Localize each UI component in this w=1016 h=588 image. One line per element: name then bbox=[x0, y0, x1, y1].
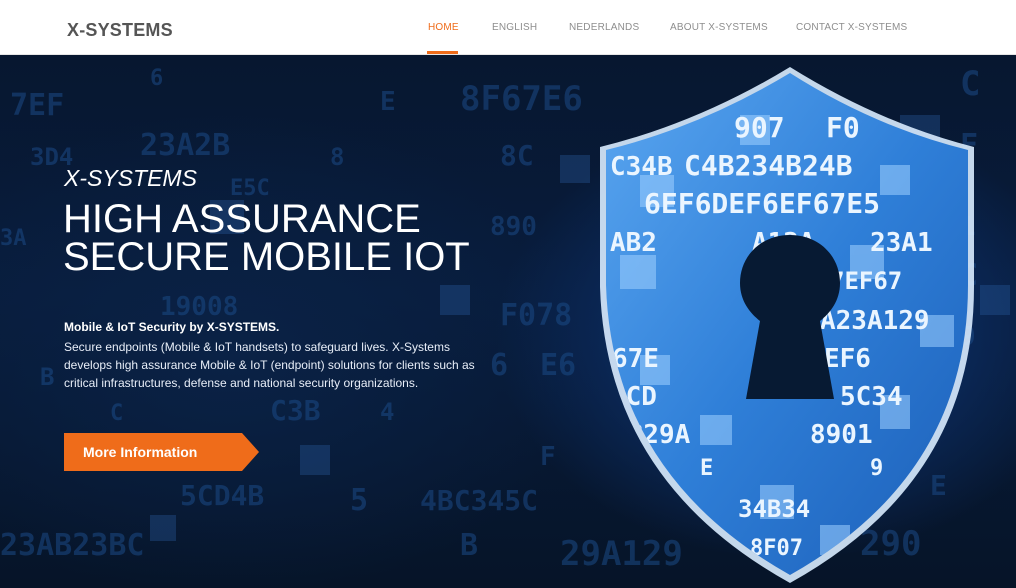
hero-description: Secure endpoints (Mobile & IoT handsets)… bbox=[64, 340, 475, 390]
svg-text:907: 907 bbox=[734, 111, 785, 144]
svg-text:7EF67: 7EF67 bbox=[830, 267, 902, 295]
svg-text:890: 890 bbox=[490, 212, 537, 242]
svg-text:B: B bbox=[40, 363, 54, 391]
svg-text:B: B bbox=[460, 528, 478, 563]
nav-nederlands[interactable]: NEDERLANDS bbox=[569, 22, 639, 33]
svg-text:C3B: C3B bbox=[270, 394, 321, 427]
svg-text:23A2B: 23A2B bbox=[140, 128, 230, 163]
svg-text:23A1: 23A1 bbox=[870, 228, 933, 258]
nav-about[interactable]: ABOUT X-SYSTEMS bbox=[670, 22, 768, 33]
svg-text:E: E bbox=[380, 87, 396, 117]
svg-text:AB2: AB2 bbox=[610, 228, 657, 258]
svg-text:8: 8 bbox=[330, 143, 344, 171]
svg-text:E: E bbox=[700, 456, 713, 481]
svg-text:29A129: 29A129 bbox=[560, 534, 683, 574]
svg-text:5: 5 bbox=[350, 483, 368, 518]
more-information-button[interactable]: More Information bbox=[64, 433, 259, 471]
svg-text:4: 4 bbox=[380, 398, 394, 426]
nav-contact[interactable]: CONTACT X-SYSTEMS bbox=[796, 22, 907, 33]
svg-text:7EF: 7EF bbox=[10, 88, 64, 123]
svg-text:6: 6 bbox=[150, 66, 163, 91]
svg-text:C: C bbox=[960, 64, 980, 104]
svg-text:3A: 3A bbox=[0, 226, 27, 251]
svg-text:6EF6DEF6EF67E5: 6EF6DEF6EF67E5 bbox=[644, 187, 880, 220]
svg-text:F: F bbox=[540, 442, 556, 472]
hero-subheading: Mobile & IoT Security by X-SYSTEMS. bbox=[64, 320, 280, 334]
svg-text:C: C bbox=[110, 401, 123, 426]
svg-text:E6: E6 bbox=[540, 348, 576, 383]
hero-headline-line2: SECURE MOBILE IOT bbox=[63, 235, 470, 279]
svg-text:4BC345C: 4BC345C bbox=[420, 484, 538, 517]
svg-text:F0: F0 bbox=[826, 111, 860, 144]
svg-text:67E: 67E bbox=[612, 344, 659, 374]
svg-text:5CD4B: 5CD4B bbox=[180, 479, 264, 512]
svg-text:5C34: 5C34 bbox=[840, 382, 903, 412]
svg-text:8901: 8901 bbox=[810, 420, 873, 450]
hero-banner: 7EF 6 E 8F67E6 3D4 23A2B 8 8C 3A E5C 890… bbox=[0, 55, 1016, 588]
svg-text:C4B234B24B: C4B234B24B bbox=[684, 149, 853, 182]
hero-headline: HIGH ASSURANCE SECURE MOBILE IOT bbox=[63, 199, 470, 279]
nav-active-indicator bbox=[427, 51, 458, 54]
site-header: X-SYSTEMS HOME ENGLISH NEDERLANDS ABOUT … bbox=[0, 0, 1016, 55]
svg-text:AB29A: AB29A bbox=[612, 420, 691, 450]
svg-text:290: 290 bbox=[860, 524, 921, 564]
svg-text:C34B: C34B bbox=[610, 152, 673, 182]
svg-text:F078: F078 bbox=[500, 298, 572, 333]
svg-text:EF6: EF6 bbox=[824, 344, 871, 374]
svg-text:8F67E6: 8F67E6 bbox=[460, 79, 583, 119]
svg-text:9: 9 bbox=[870, 456, 883, 481]
hero-tagline: X-SYSTEMS bbox=[64, 165, 197, 191]
shield-lock-icon: 907 F0 C34B C4B234B24B 6EF6DEF6EF67E5 AB… bbox=[600, 67, 974, 583]
svg-text:E: E bbox=[930, 469, 947, 502]
nav-home[interactable]: HOME bbox=[428, 22, 459, 33]
main-nav: HOME ENGLISH NEDERLANDS ABOUT X-SYSTEMS … bbox=[0, 0, 1016, 54]
svg-text:23AB23BC: 23AB23BC bbox=[0, 528, 145, 563]
nav-english[interactable]: ENGLISH bbox=[492, 22, 537, 33]
svg-text:8C: 8C bbox=[500, 139, 534, 172]
svg-text:19008: 19008 bbox=[160, 292, 238, 322]
svg-text:A23A129: A23A129 bbox=[820, 306, 930, 336]
svg-text:34B34: 34B34 bbox=[738, 495, 810, 523]
